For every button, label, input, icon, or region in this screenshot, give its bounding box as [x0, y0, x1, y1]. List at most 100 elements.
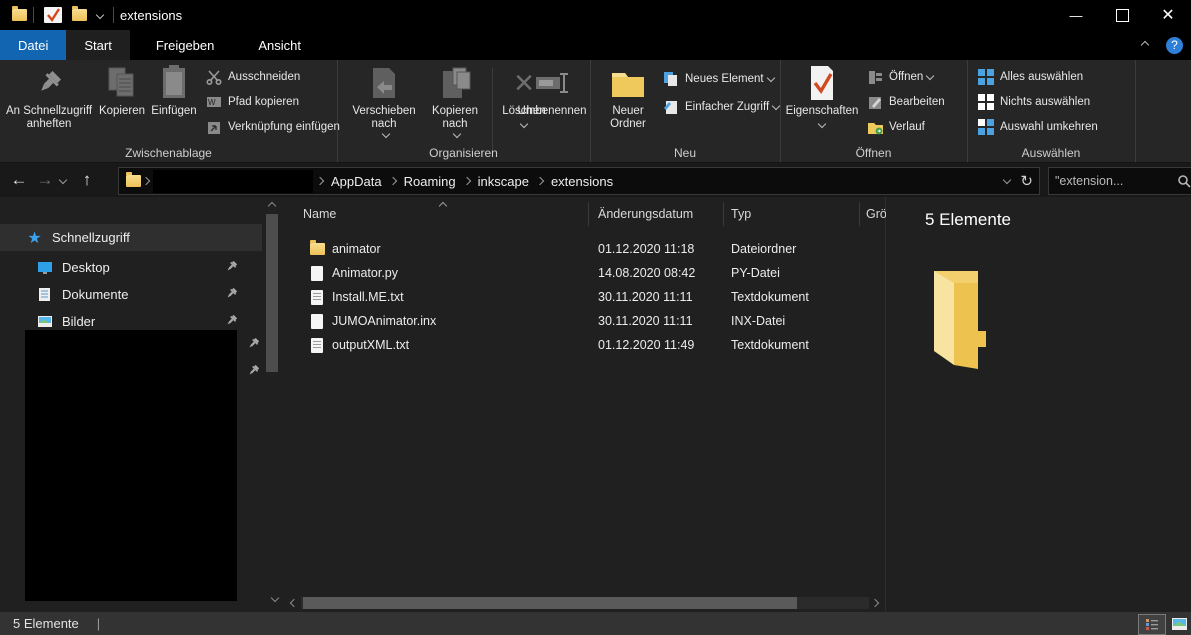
chevron-down-icon [818, 120, 826, 128]
preview-item-count: 5 Elemente [925, 210, 1011, 230]
details-view-button[interactable] [1138, 614, 1166, 635]
tab-ansicht[interactable]: Ansicht [240, 30, 319, 60]
sidebar-item-label: Bilder [62, 314, 95, 329]
invert-selection-icon [977, 119, 995, 135]
pin-icon[interactable] [247, 364, 260, 380]
properties-icon [807, 63, 837, 103]
scroll-down-icon[interactable] [271, 594, 279, 602]
title-bar: extensions ― ✕ [0, 0, 1191, 30]
refresh-icon[interactable]: ↻ [1020, 172, 1033, 190]
navigation-bar: ← → ↑ AppData Roaming inkscape extension… [0, 163, 1191, 197]
back-button[interactable]: ← [6, 170, 32, 190]
paste-icon [159, 63, 189, 103]
breadcrumb-extensions[interactable]: extensions [545, 174, 619, 189]
cut-button[interactable]: Ausschneiden [205, 66, 300, 88]
minimize-button[interactable]: ― [1053, 0, 1099, 30]
location-folder-icon [126, 175, 141, 187]
properties-label: Eigenschaften [786, 105, 859, 118]
preview-pane: 5 Elemente [886, 197, 1191, 612]
sidebar-item-quick-access[interactable]: ★ Schnellzugriff [0, 224, 262, 251]
column-divider[interactable] [588, 202, 589, 226]
move-to-button[interactable]: Verschieben nach [347, 63, 421, 139]
scroll-up-icon[interactable] [268, 202, 276, 210]
recent-locations-icon[interactable] [59, 176, 67, 184]
open-button[interactable]: Öffnen [866, 66, 933, 88]
new-item-button[interactable]: Neues Element [662, 68, 774, 90]
copy-label: Kopieren [99, 105, 145, 118]
easy-access-label: Einfacher Zugriff [685, 101, 769, 113]
column-divider[interactable] [859, 202, 860, 226]
copy-to-button[interactable]: Kopieren nach [423, 63, 487, 139]
column-header-type[interactable]: Typ [731, 197, 751, 231]
sidebar-item-desktop[interactable]: Desktop [0, 254, 262, 281]
pin-icon[interactable] [225, 314, 238, 330]
pin-icon[interactable] [225, 260, 238, 276]
file-icon [311, 314, 323, 329]
sort-ascending-icon [439, 202, 447, 210]
file-type: Textdokument [731, 290, 809, 304]
breadcrumb-roaming[interactable]: Roaming [398, 174, 462, 189]
file-row[interactable]: animator 01.12.2020 11:18 Dateiordner [285, 237, 885, 261]
file-date: 01.12.2020 11:49 [598, 338, 694, 352]
scissors-icon [205, 69, 223, 85]
thumbnail-view-button[interactable] [1166, 614, 1191, 633]
maximize-button[interactable] [1099, 0, 1145, 30]
address-bar[interactable]: AppData Roaming inkscape extensions ↻ [118, 167, 1040, 195]
copy-path-button[interactable]: W Pfad kopieren [205, 91, 299, 113]
close-button[interactable]: ✕ [1145, 0, 1191, 30]
new-folder-quick-icon[interactable] [72, 9, 87, 21]
qat-customize-icon[interactable] [96, 11, 104, 19]
scrollbar-thumb[interactable] [266, 214, 278, 372]
file-date: 14.08.2020 08:42 [598, 266, 695, 280]
sidebar-item-documents[interactable]: Dokumente [0, 281, 262, 308]
tab-datei[interactable]: Datei [0, 30, 66, 60]
search-input[interactable]: "extension... [1048, 167, 1191, 195]
file-date: 30.11.2020 11:11 [598, 314, 693, 328]
select-all-button[interactable]: Alles auswählen [977, 66, 1083, 88]
help-icon[interactable]: ? [1166, 37, 1183, 54]
new-folder-button[interactable]: Neuer Ordner [600, 63, 656, 131]
properties-button[interactable]: Eigenschaften [788, 63, 856, 129]
column-header-name[interactable]: Name [303, 197, 336, 231]
scroll-right-icon[interactable] [871, 599, 879, 607]
pin-icon[interactable] [225, 287, 238, 303]
copy-button[interactable]: Kopieren [97, 63, 147, 118]
tab-freigeben[interactable]: Freigeben [138, 30, 233, 60]
file-row[interactable]: Install.ME.txt 30.11.2020 11:11 Textdoku… [285, 285, 885, 309]
edit-button[interactable]: Bearbeiten [866, 91, 945, 113]
invert-selection-label: Auswahl umkehren [1000, 121, 1098, 133]
breadcrumb-inkscape[interactable]: inkscape [472, 174, 535, 189]
chevron-down-icon [382, 130, 390, 138]
column-header-date[interactable]: Änderungsdatum [598, 197, 693, 231]
pin-to-quick-access-button[interactable]: An Schnellzugriff anheften [2, 63, 96, 131]
history-icon [866, 119, 884, 135]
column-divider[interactable] [723, 202, 724, 226]
up-button[interactable]: ↑ [74, 170, 100, 190]
select-none-icon [977, 94, 995, 110]
rename-button[interactable]: Umbenennen [515, 63, 589, 118]
easy-access-button[interactable]: Einfacher Zugriff [662, 96, 779, 118]
forward-button[interactable]: → [32, 170, 58, 190]
file-name: Install.ME.txt [332, 290, 404, 304]
horizontal-scrollbar[interactable] [285, 595, 885, 611]
select-none-button[interactable]: Nichts auswählen [977, 91, 1090, 113]
sidebar-scrollbar[interactable] [263, 197, 281, 612]
scrollbar-thumb[interactable] [303, 597, 797, 609]
history-button[interactable]: Verlauf [866, 116, 925, 138]
invert-selection-button[interactable]: Auswahl umkehren [977, 116, 1098, 138]
paste-button[interactable]: Einfügen [149, 63, 199, 118]
column-header-size[interactable]: Grö [866, 197, 887, 231]
file-list: Name Änderungsdatum Typ Grö animator 01.… [285, 197, 886, 612]
pin-icon[interactable] [247, 337, 260, 353]
properties-quick-icon[interactable] [44, 7, 62, 23]
collapse-ribbon-icon[interactable] [1141, 41, 1149, 49]
tab-start[interactable]: Start [66, 30, 129, 60]
open-icon [866, 69, 884, 85]
breadcrumb-appdata[interactable]: AppData [325, 174, 388, 189]
scroll-left-icon[interactable] [290, 599, 298, 607]
file-row[interactable]: outputXML.txt 01.12.2020 11:49 Textdokum… [285, 333, 885, 357]
paste-shortcut-button[interactable]: Verknüpfung einfügen [205, 116, 340, 138]
address-dropdown-icon[interactable] [1003, 176, 1011, 184]
file-row[interactable]: Animator.py 14.08.2020 08:42 PY-Datei [285, 261, 885, 285]
file-row[interactable]: JUMOAnimator.inx 30.11.2020 11:11 INX-Da… [285, 309, 885, 333]
